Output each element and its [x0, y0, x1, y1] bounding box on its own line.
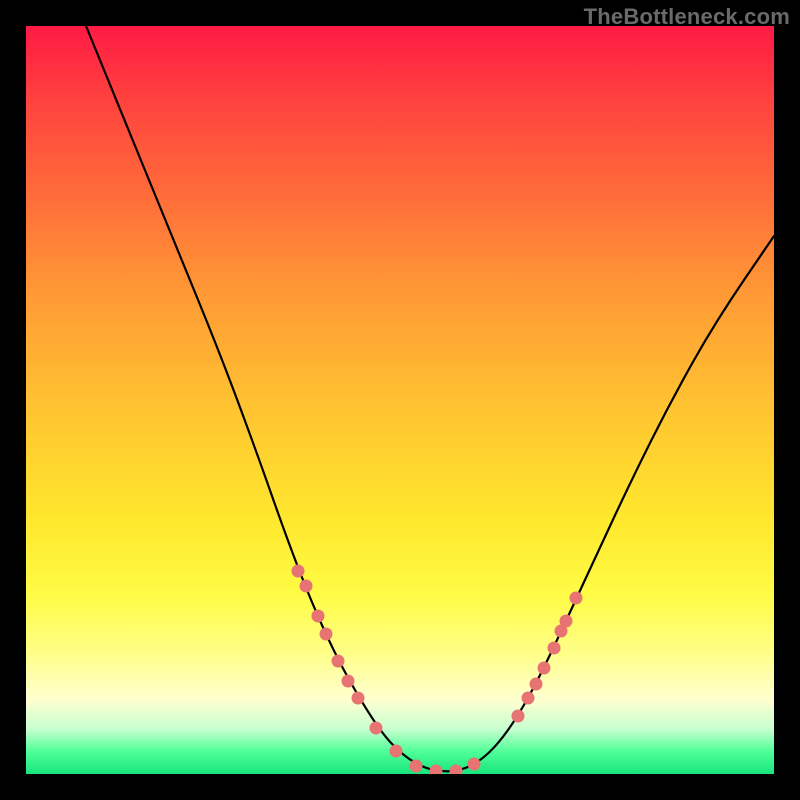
data-marker: [352, 692, 365, 705]
data-marker: [320, 628, 333, 641]
data-marker: [522, 692, 535, 705]
data-marker: [332, 655, 345, 668]
data-marker: [370, 722, 383, 735]
data-marker: [450, 765, 463, 775]
bottleneck-curve: [86, 26, 774, 771]
data-marker: [548, 642, 561, 655]
data-marker: [538, 662, 551, 675]
data-marker: [430, 765, 443, 775]
data-marker: [300, 580, 313, 593]
data-marker: [468, 758, 481, 771]
chart-plot-area: [26, 26, 774, 774]
data-marker: [570, 592, 583, 605]
data-marker: [560, 615, 573, 628]
data-marker: [342, 675, 355, 688]
data-markers: [292, 565, 583, 775]
data-marker: [312, 610, 325, 623]
data-marker: [390, 745, 403, 758]
data-marker: [530, 678, 543, 691]
data-marker: [410, 760, 423, 773]
data-marker: [512, 710, 525, 723]
watermark-text: TheBottleneck.com: [584, 4, 790, 30]
chart-svg: [26, 26, 774, 774]
data-marker: [292, 565, 305, 578]
